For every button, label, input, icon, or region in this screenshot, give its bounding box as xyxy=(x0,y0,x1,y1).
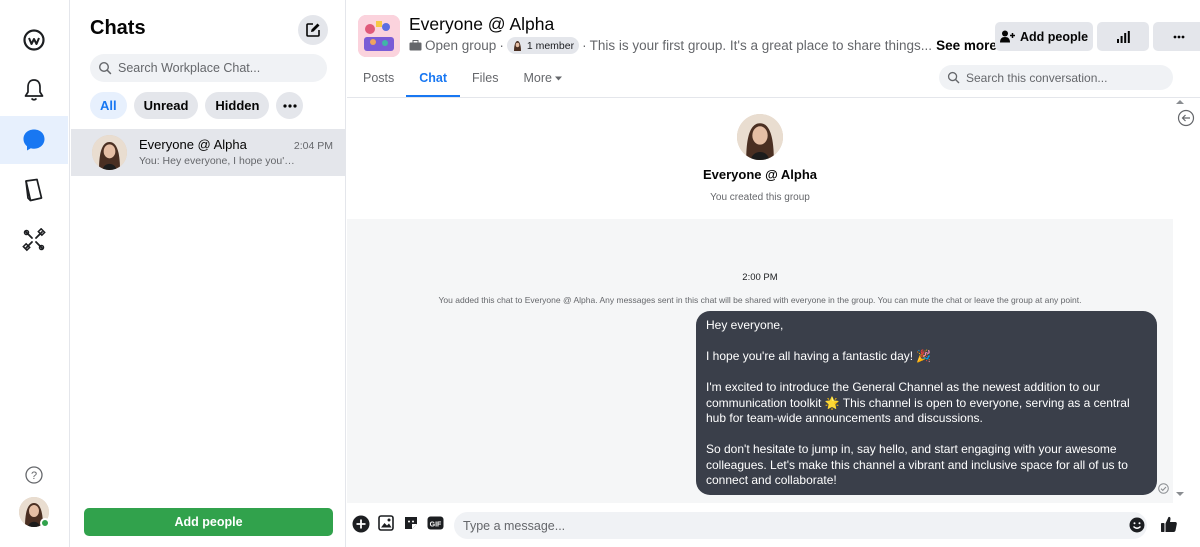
member-count: 1 member xyxy=(526,39,575,52)
group-cover-image[interactable] xyxy=(358,15,400,57)
group-insights-button[interactable] xyxy=(1097,22,1149,51)
filter-hidden[interactable]: Hidden xyxy=(205,92,270,119)
header-actions: Add people xyxy=(995,22,1200,51)
caret-down-icon xyxy=(554,76,562,81)
search-icon xyxy=(947,71,960,84)
intro-group-name: Everyone @ Alpha xyxy=(702,167,818,182)
notifications-button[interactable] xyxy=(0,66,68,114)
group-title[interactable]: Everyone @ Alpha xyxy=(409,14,554,35)
intro-subtitle: You created this group xyxy=(710,192,810,203)
conversation-search-placeholder: Search this conversation... xyxy=(966,70,1108,85)
sticker-icon[interactable] xyxy=(403,515,419,531)
chat-icon xyxy=(23,129,45,151)
message-input-placeholder: Type a message... xyxy=(463,518,566,533)
header-more-button[interactable] xyxy=(1153,22,1200,51)
new-message-button[interactable] xyxy=(298,15,328,45)
workplace-home-button[interactable] xyxy=(0,16,68,64)
group-type: Open group xyxy=(425,38,497,53)
tab-posts[interactable]: Posts xyxy=(363,63,394,97)
photo-icon[interactable] xyxy=(378,515,394,531)
conversation-item[interactable]: Everyone @ Alpha 2:04 PM You: Hey everyo… xyxy=(71,129,345,176)
thread-intro: Everyone @ Alpha You created this group xyxy=(347,99,1173,219)
sent-check-icon xyxy=(1158,483,1169,494)
book-icon xyxy=(25,178,43,202)
header-add-people-label: Add people xyxy=(1019,29,1089,44)
knowledge-library-button[interactable] xyxy=(0,166,68,214)
message-paragraph: So don't hesitate to jump in, say hello,… xyxy=(706,442,1128,487)
filter-unread[interactable]: Unread xyxy=(133,92,199,119)
integrations-button[interactable] xyxy=(0,216,68,264)
system-message: You added this chat to Everyone @ Alpha.… xyxy=(438,295,1082,305)
search-icon xyxy=(98,61,112,75)
conversation-time: 2:04 PM xyxy=(293,140,333,152)
help-button[interactable]: ? xyxy=(0,451,68,499)
compose-icon xyxy=(306,23,320,37)
intro-avatar xyxy=(737,114,783,160)
add-circle-icon[interactable] xyxy=(352,515,370,533)
chat-search-input[interactable]: Search Workplace Chat... xyxy=(90,54,327,82)
collapse-panel-icon[interactable] xyxy=(1177,109,1195,127)
gif-icon[interactable]: GIF xyxy=(427,515,444,531)
conversation-view: Everyone @ Alpha Open group · 1 member ·… xyxy=(347,0,1200,547)
conversation-search-input[interactable]: Search this conversation... xyxy=(939,65,1173,90)
conversation-preview: You: Hey everyone, I hope you're... xyxy=(139,155,297,167)
header-add-people-button[interactable]: Add people xyxy=(995,22,1093,51)
conversation-name: Everyone @ Alpha xyxy=(139,137,247,152)
chat-list-panel: Chats Search Workplace Chat... All Unrea… xyxy=(71,0,346,547)
thread-scrollbar[interactable] xyxy=(1173,99,1200,503)
message-paragraph: I'm excited to introduce the General Cha… xyxy=(706,380,1130,425)
conversation-tabs: Posts Chat Files More xyxy=(363,63,563,97)
chats-button[interactable] xyxy=(0,116,68,164)
svg-text:?: ? xyxy=(31,470,37,482)
chats-heading: Chats xyxy=(90,17,146,39)
group-description: This is your first group. It's a great p… xyxy=(589,38,933,53)
add-person-icon xyxy=(999,30,1015,43)
workplace-logo-icon xyxy=(23,29,45,51)
conversation-avatar xyxy=(92,135,127,170)
app-rail: ? xyxy=(0,0,70,547)
tab-files[interactable]: Files xyxy=(472,63,498,97)
member-count-pill[interactable]: 1 member xyxy=(506,37,580,54)
online-status-dot xyxy=(40,518,50,528)
scroll-up-arrow-icon[interactable] xyxy=(1176,99,1184,105)
tab-more-label: More xyxy=(523,71,552,85)
help-icon: ? xyxy=(25,466,43,484)
emoji-icon[interactable] xyxy=(1129,517,1145,533)
scroll-down-arrow-icon[interactable] xyxy=(1176,491,1184,497)
add-people-button[interactable]: Add people xyxy=(84,508,333,536)
meta-separator: · xyxy=(582,38,587,53)
see-more-link[interactable]: See more xyxy=(936,38,997,53)
meta-separator: · xyxy=(499,38,504,53)
message-paragraph: Hey everyone, xyxy=(706,318,784,332)
member-avatar-icon xyxy=(513,41,521,51)
filter-more-button[interactable] xyxy=(276,92,304,119)
tab-chat[interactable]: Chat xyxy=(406,63,461,97)
tools-icon xyxy=(22,228,46,252)
message-thread: Everyone @ Alpha You created this group … xyxy=(347,99,1173,503)
briefcase-icon xyxy=(409,40,422,51)
more-dots-icon xyxy=(1173,35,1185,38)
message-bubble[interactable]: Hey everyone, I hope you're all having a… xyxy=(696,311,1157,495)
tab-more[interactable]: More xyxy=(523,63,562,97)
more-dots-icon xyxy=(283,103,297,108)
message-composer: GIF Type a message... xyxy=(347,503,1200,547)
message-timestamp: 2:00 PM xyxy=(742,272,778,283)
svg-text:GIF: GIF xyxy=(430,522,442,529)
bell-icon xyxy=(24,79,44,101)
chat-filters: All Unread Hidden xyxy=(90,92,304,119)
filter-all[interactable]: All xyxy=(90,92,127,119)
group-meta: Open group · 1 member · This is your fir… xyxy=(409,37,997,54)
message-paragraph: I hope you're all having a fantastic day… xyxy=(706,349,932,363)
chat-search-placeholder: Search Workplace Chat... xyxy=(118,61,261,75)
thumbs-up-icon[interactable] xyxy=(1160,515,1178,533)
bar-chart-icon xyxy=(1116,30,1130,43)
conversation-header: Everyone @ Alpha Open group · 1 member ·… xyxy=(347,0,1200,98)
message-input[interactable]: Type a message... xyxy=(454,512,1147,539)
